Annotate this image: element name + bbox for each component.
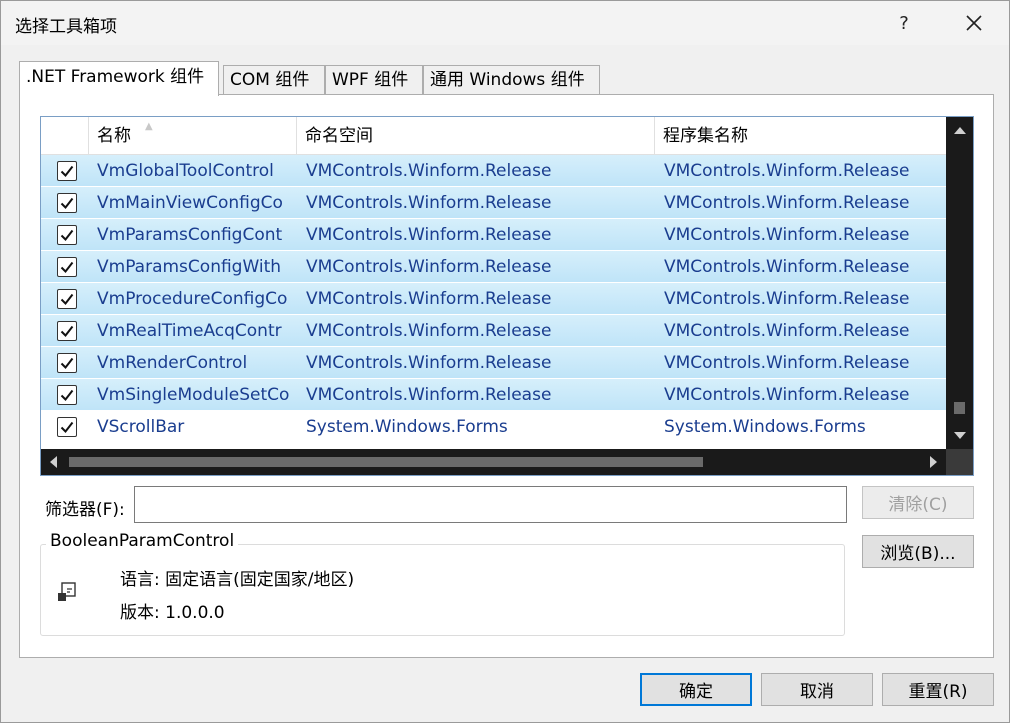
filter-label: 筛选器(F): <box>45 500 125 520</box>
item-namespace: VMControls.Winform.Release <box>306 353 552 373</box>
arrow-right-icon <box>930 456 937 468</box>
item-checkbox[interactable] <box>57 353 77 373</box>
item-namespace: VMControls.Winform.Release <box>306 161 552 181</box>
close-button[interactable] <box>949 1 999 45</box>
title-bar: 选择工具箱项 ? <box>1 1 1009 45</box>
arrow-up-icon <box>953 127 966 134</box>
sort-ascending-icon: ▲ <box>145 121 153 132</box>
list-item[interactable]: VmProcedureConfigCo VMControls.Winform.Re… <box>41 283 946 315</box>
horizontal-scrollbar[interactable] <box>41 449 946 475</box>
item-namespace: VMControls.Winform.Release <box>306 225 552 245</box>
clear-button[interactable]: 清除(C) <box>862 486 974 519</box>
scrollbar-corner <box>946 449 973 475</box>
item-namespace: VMControls.Winform.Release <box>306 193 552 213</box>
list-item[interactable]: VmParamsConfigWith VMControls.Winform.Rel… <box>41 251 946 283</box>
list-rows: VmGlobalToolControl VMControls.Winform.Re… <box>41 155 946 443</box>
tab-net-framework[interactable]: .NET Framework 组件 <box>19 61 219 96</box>
item-checkbox[interactable] <box>57 193 77 213</box>
scroll-left-button[interactable] <box>41 449 65 475</box>
checkmark-icon <box>60 389 74 402</box>
item-namespace: VMControls.Winform.Release <box>306 257 552 277</box>
item-checkbox[interactable] <box>57 321 77 341</box>
item-assembly: VMControls.Winform.Release <box>664 289 910 309</box>
header-checkbox-column <box>41 117 89 155</box>
item-checkbox[interactable] <box>57 225 77 245</box>
selected-component-name: BooleanParamControl <box>46 531 239 551</box>
component-language: 语言: 固定语言(固定国家/地区) <box>120 570 355 590</box>
scroll-right-button[interactable] <box>922 449 946 475</box>
column-header-namespace[interactable]: 命名空间 <box>297 117 655 155</box>
ok-button[interactable]: 确定 <box>640 673 752 706</box>
item-namespace: VMControls.Winform.Release <box>306 289 552 309</box>
item-namespace: VMControls.Winform.Release <box>306 321 552 341</box>
checkmark-icon <box>60 197 74 210</box>
item-name: VScrollBar <box>97 417 185 437</box>
vertical-scrollbar[interactable] <box>946 117 973 475</box>
item-name: VmRealTimeAcqContr <box>97 321 282 341</box>
component-icon <box>56 581 78 608</box>
tab-com[interactable]: COM 组件 <box>223 65 325 95</box>
item-name: VmProcedureConfigCo <box>97 289 288 309</box>
list-header: 名称 ▲ 命名空间 程序集名称 <box>41 117 946 155</box>
item-name: VmParamsConfigCont <box>97 225 283 245</box>
horizontal-scroll-thumb[interactable] <box>69 457 703 467</box>
help-button[interactable]: ? <box>881 1 927 45</box>
item-name: VmGlobalToolControl <box>97 161 274 181</box>
item-namespace: System.Windows.Forms <box>306 417 508 437</box>
list-item[interactable]: VmSingleModuleSetCo VMControls.Winform.Re… <box>41 379 946 411</box>
item-assembly: VMControls.Winform.Release <box>664 353 910 373</box>
filter-input[interactable] <box>134 486 847 523</box>
item-name: VmMainViewConfigCo <box>97 193 283 213</box>
item-name: VmParamsConfigWith <box>97 257 282 277</box>
checkmark-icon <box>60 293 74 306</box>
item-checkbox[interactable] <box>57 161 77 181</box>
list-item[interactable]: VmParamsConfigCont VMControls.Winform.Rel… <box>41 219 946 251</box>
checkmark-icon <box>60 165 74 178</box>
list-item[interactable]: VmMainViewConfigCo VMControls.Winform.Rel… <box>41 187 946 219</box>
column-header-name-label: 名称 <box>97 126 131 146</box>
checkmark-icon <box>60 357 74 370</box>
item-checkbox[interactable] <box>57 257 77 277</box>
item-namespace: VMControls.Winform.Release <box>306 385 552 405</box>
item-assembly: VMControls.Winform.Release <box>664 321 910 341</box>
tab-wpf[interactable]: WPF 组件 <box>325 65 423 95</box>
list-item[interactable]: VScrollBar System.Windows.Forms System.Win… <box>41 411 946 443</box>
window-title: 选择工具箱项 <box>15 17 117 37</box>
item-checkbox[interactable] <box>57 289 77 309</box>
components-list[interactable]: 名称 ▲ 命名空间 程序集名称 VmGlobalToolControl VMCon… <box>40 116 974 476</box>
scroll-down-button[interactable] <box>946 423 973 449</box>
scroll-up-button[interactable] <box>946 117 973 143</box>
item-assembly: VMControls.Winform.Release <box>664 193 910 213</box>
item-name: VmSingleModuleSetCo <box>97 385 289 405</box>
reset-button[interactable]: 重置(R) <box>882 673 994 706</box>
column-header-name[interactable]: 名称 <box>89 117 297 155</box>
item-assembly: VMControls.Winform.Release <box>664 161 910 181</box>
close-icon <box>966 15 982 31</box>
item-assembly: VMControls.Winform.Release <box>664 225 910 245</box>
arrow-left-icon <box>50 456 57 468</box>
item-assembly: VMControls.Winform.Release <box>664 257 910 277</box>
choose-toolbox-items-dialog: 选择工具箱项 ? .NET Framework 组件 COM 组件 WPF 组件… <box>0 0 1010 723</box>
column-header-assembly[interactable]: 程序集名称 <box>655 117 946 155</box>
item-name: VmRenderControl <box>97 353 248 373</box>
arrow-down-icon <box>953 432 966 439</box>
item-assembly: System.Windows.Forms <box>664 417 866 437</box>
tab-universal-windows[interactable]: 通用 Windows 组件 <box>423 65 600 95</box>
component-version: 版本: 1.0.0.0 <box>120 603 225 623</box>
item-checkbox[interactable] <box>57 385 77 405</box>
list-item[interactable]: VmRenderControl VMControls.Winform.Releas… <box>41 347 946 379</box>
checkmark-icon <box>60 261 74 274</box>
list-item[interactable]: VmRealTimeAcqContr VMControls.Winform.Rel… <box>41 315 946 347</box>
checkmark-icon <box>60 229 74 242</box>
list-item[interactable]: VmGlobalToolControl VMControls.Winform.Re… <box>41 155 946 187</box>
cancel-button[interactable]: 取消 <box>761 673 873 706</box>
checkmark-icon <box>60 325 74 338</box>
item-assembly: VMControls.Winform.Release <box>664 385 910 405</box>
vertical-scroll-thumb[interactable] <box>954 402 965 414</box>
checkmark-icon <box>60 421 74 434</box>
item-checkbox[interactable] <box>57 417 77 437</box>
browse-button[interactable]: 浏览(B)... <box>862 535 974 568</box>
